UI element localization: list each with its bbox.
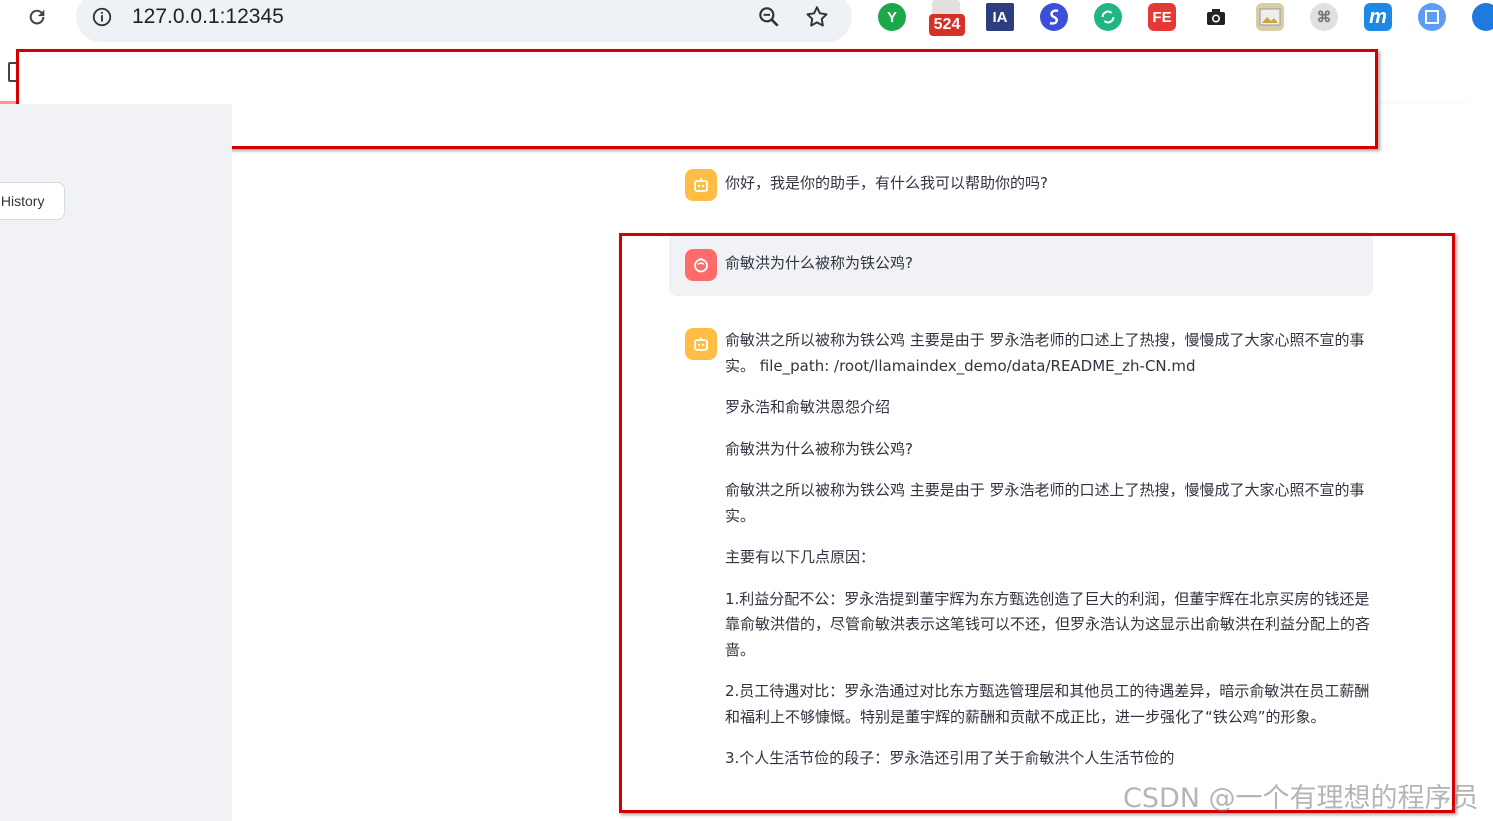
response-paragraph: 俞敏洪之所以被称为铁公鸡 主要是由于 罗永浩老师的口述上了热搜，慢慢成了大家心照… (725, 331, 1365, 375)
zoom-icon[interactable] (756, 4, 782, 30)
bot-avatar-icon (685, 328, 717, 360)
watermark: CSDN @一个有理想的程序员 (1123, 783, 1479, 814)
address-bar[interactable]: 127.0.0.1:12345 (76, 0, 852, 42)
reload-icon[interactable] (24, 4, 50, 30)
notification-badge[interactable]: 524 (929, 14, 965, 36)
response-paragraph: 3.个人生活节俭的段子：罗永浩还引用了关于俞敏洪个人生活节俭的 (725, 749, 1175, 767)
history-button[interactable]: : History (0, 182, 65, 220)
response-paragraph: 主要有以下几点原因： (725, 548, 876, 566)
ia-icon[interactable]: IA (986, 3, 1014, 31)
user-avatar-icon (685, 249, 717, 281)
user-question-text: 俞敏洪为什么被称为铁公鸡? (725, 254, 913, 272)
url-text[interactable]: 127.0.0.1:12345 (132, 5, 284, 29)
browser-toolbar: 127.0.0.1:12345 Y 524 IA FE ⌘ m (0, 0, 1493, 44)
image-icon[interactable] (1256, 3, 1284, 31)
edge-icon[interactable] (1472, 3, 1493, 31)
yuque-icon[interactable]: Y (878, 3, 906, 31)
command-icon[interactable]: ⌘ (1310, 3, 1338, 31)
response-paragraph: 俞敏洪之所以被称为铁公鸡 主要是由于 罗永浩老师的口述上了热搜，慢慢成了大家心照… (725, 481, 1365, 525)
camera-icon[interactable] (1202, 3, 1230, 31)
assistant-message-greeting: 你好，我是你的助手，有什么我可以帮助你的吗? (669, 168, 1373, 208)
screenshot-icon[interactable] (1418, 3, 1446, 31)
response-text: 俞敏洪之所以被称为铁公鸡 主要是由于 罗永浩老师的口述上了热搜，慢慢成了大家心照… (725, 328, 1373, 788)
greeting-text: 你好，我是你的助手，有什么我可以帮助你的吗? (725, 174, 1048, 192)
response-paragraph: 俞敏洪为什么被称为铁公鸡? (725, 439, 913, 458)
response-paragraph: 2.员工待遇对比：罗永浩通过对比东方甄选管理层和其他员工的待遇差异，暗示俞敏洪在… (725, 682, 1370, 726)
m-icon[interactable]: m (1364, 3, 1392, 31)
assistant-message-response: 俞敏洪之所以被称为铁公鸡 主要是由于 罗永浩老师的口述上了热搜，慢慢成了大家心照… (669, 326, 1379, 821)
response-paragraph: 1.利益分配不公：罗永浩提到董宇辉为东方甄选创造了巨大的利润，但董宇辉在北京买房… (725, 589, 1371, 659)
user-message-content: 俞敏洪为什么被称为铁公鸡? (669, 248, 1373, 288)
bookmark-star-icon[interactable] (804, 4, 830, 30)
bot-avatar-icon (685, 169, 717, 201)
site-info-icon[interactable] (90, 5, 114, 29)
s-logo-icon[interactable] (1040, 3, 1068, 31)
sync-icon[interactable] (1094, 3, 1122, 31)
response-paragraph: 罗永浩和俞敏洪恩怨介绍 (725, 398, 891, 416)
fe-icon[interactable]: FE (1148, 3, 1176, 31)
